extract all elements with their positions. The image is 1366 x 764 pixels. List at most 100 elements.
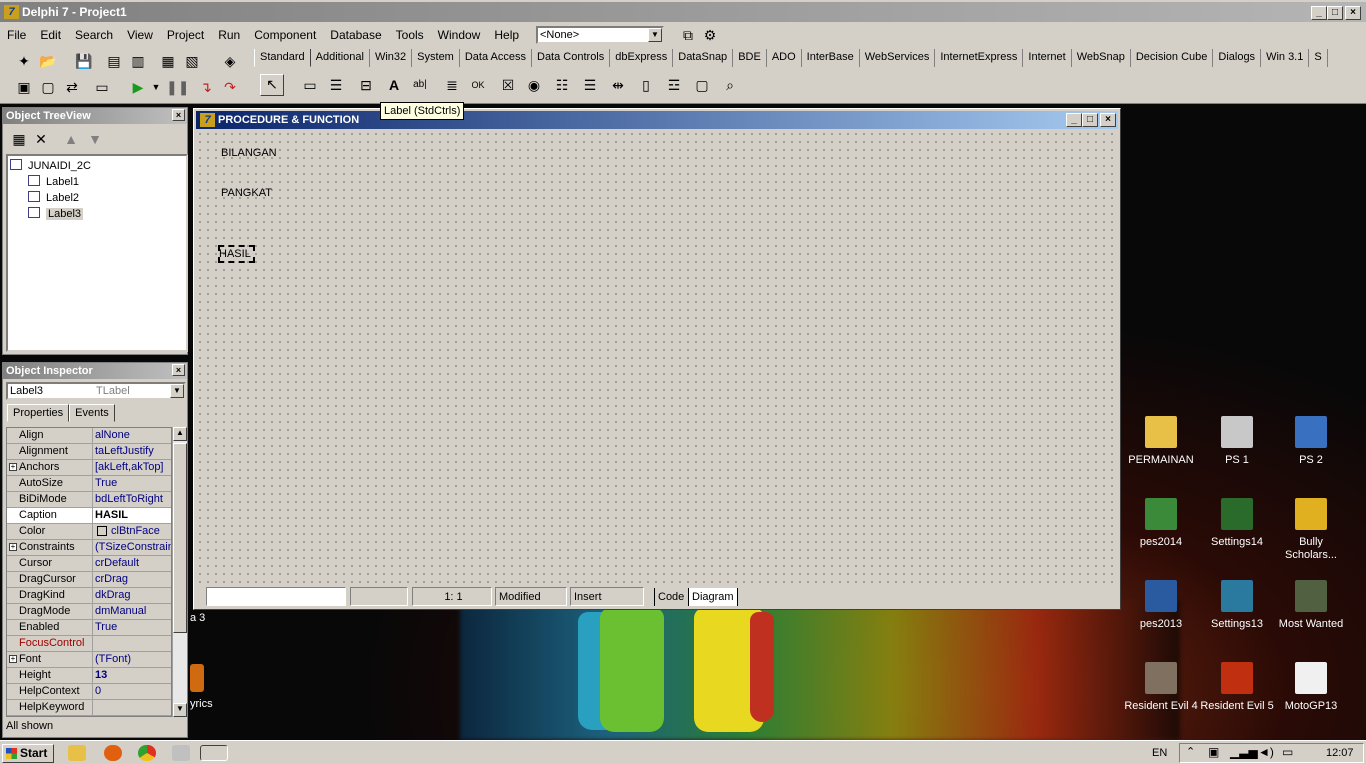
property-row-dragmode[interactable]: DragMode dmManual bbox=[7, 604, 171, 620]
tray-network-icon[interactable]: ▣ bbox=[1208, 745, 1219, 759]
property-value[interactable]: 0 bbox=[95, 684, 171, 699]
step-over-icon[interactable]: ↷ bbox=[220, 78, 240, 96]
property-value[interactable]: alNone bbox=[95, 428, 171, 443]
frames-icon[interactable]: ▭ bbox=[300, 76, 320, 94]
palette-tab-dbexpress[interactable]: dbExpress bbox=[610, 49, 674, 67]
property-row-dragkind[interactable]: DragKind dkDrag bbox=[7, 588, 171, 604]
chevron-down-icon[interactable]: ▼ bbox=[170, 384, 184, 398]
desktop-icon-settings13[interactable]: Settings13 bbox=[1198, 580, 1276, 631]
scroll-thumb[interactable] bbox=[173, 443, 187, 633]
tray-monitor-icon[interactable]: ▭ bbox=[1282, 745, 1293, 759]
palette-tab-win32[interactable]: Win32 bbox=[370, 49, 413, 67]
form-canvas[interactable]: BILANGAN PANGKAT HASIL bbox=[196, 130, 1118, 585]
language-indicator[interactable]: EN bbox=[1152, 747, 1167, 759]
tree-item-label2[interactable]: Label2 bbox=[28, 190, 79, 206]
actionlist-component-icon[interactable]: ⌕ bbox=[720, 76, 740, 94]
save-all-icon[interactable]: ▤ bbox=[104, 52, 124, 70]
new-icon[interactable]: ✦ bbox=[14, 52, 34, 70]
property-row-focuscontrol[interactable]: FocusControl bbox=[7, 636, 171, 652]
delphi-task-button[interactable] bbox=[200, 745, 228, 761]
tab-events[interactable]: Events bbox=[69, 404, 115, 422]
property-row-cursor[interactable]: Cursor crDefault bbox=[7, 556, 171, 572]
memo-component-icon[interactable]: ≣ bbox=[442, 76, 462, 94]
remove-file-icon[interactable]: ▧ bbox=[182, 52, 202, 70]
palette-tab-decision-cube[interactable]: Decision Cube bbox=[1131, 49, 1214, 67]
palette-tab-standard[interactable]: Standard bbox=[254, 49, 311, 67]
property-row-helpkeyword[interactable]: HelpKeyword bbox=[7, 700, 171, 716]
close-button[interactable]: × bbox=[1345, 6, 1361, 20]
open-project-icon[interactable]: ▥ bbox=[128, 52, 148, 70]
menu-edit[interactable]: Edit bbox=[33, 24, 68, 46]
palette-tab-dialogs[interactable]: Dialogs bbox=[1213, 49, 1262, 67]
tree-delete-item-icon[interactable]: ✕ bbox=[31, 130, 51, 148]
palette-tab-ado[interactable]: ADO bbox=[767, 49, 802, 67]
treeview-close-icon[interactable]: × bbox=[172, 109, 185, 121]
menu-search[interactable]: Search bbox=[68, 24, 120, 46]
tree-new-item-icon[interactable]: ▦ bbox=[9, 130, 29, 148]
app-quicklaunch-icon[interactable] bbox=[172, 745, 190, 761]
object-selector[interactable]: Label3 TLabel ▼ bbox=[6, 382, 186, 400]
property-row-dragcursor[interactable]: DragCursor crDrag bbox=[7, 572, 171, 588]
form-maximize-button[interactable]: □ bbox=[1082, 113, 1098, 127]
start-button[interactable]: Start bbox=[2, 744, 54, 763]
palette-tab-internet[interactable]: Internet bbox=[1023, 49, 1072, 67]
property-value[interactable]: dmManual bbox=[95, 604, 171, 619]
maximize-button[interactable]: □ bbox=[1327, 6, 1343, 20]
property-row-align[interactable]: Align alNone bbox=[7, 428, 171, 444]
menu-view[interactable]: View bbox=[120, 24, 160, 46]
minimize-button[interactable]: _ bbox=[1311, 6, 1327, 20]
desktop-icon-pes2014[interactable]: pes2014 bbox=[1122, 498, 1200, 549]
label-component-icon[interactable]: A bbox=[384, 76, 404, 94]
run-dropdown-icon[interactable]: ▼ bbox=[146, 78, 166, 96]
view-unit-icon[interactable]: ▣ bbox=[14, 78, 34, 96]
listbox-component-icon[interactable]: ☷ bbox=[552, 76, 572, 94]
property-row-color[interactable]: Color clBtnFace bbox=[7, 524, 171, 540]
menu-database[interactable]: Database bbox=[323, 24, 388, 46]
scrollbar-component-icon[interactable]: ⇹ bbox=[608, 76, 628, 94]
property-value[interactable]: crDefault bbox=[95, 556, 171, 571]
property-value[interactable]: dkDrag bbox=[95, 588, 171, 603]
property-row-constraints[interactable]: +Constraints(TSizeConstraints) bbox=[7, 540, 171, 556]
help-icon[interactable]: ◈ bbox=[220, 52, 240, 70]
checkbox-component-icon[interactable]: ☒ bbox=[498, 76, 518, 94]
menu-project[interactable]: Project bbox=[160, 24, 211, 46]
tree-item-label3[interactable]: Label3 bbox=[28, 206, 84, 222]
desktop-icon-resident-evil-4[interactable]: Resident Evil 4 bbox=[1122, 662, 1200, 713]
desktop-icon-ps-1[interactable]: PS 1 bbox=[1198, 416, 1276, 467]
property-row-anchors[interactable]: + Anchors [akLeft,akTop] bbox=[7, 460, 171, 476]
move-down-icon[interactable]: ▼ bbox=[85, 130, 105, 148]
desktop-icon-motogp13[interactable]: MotoGP13 bbox=[1272, 662, 1350, 713]
palette-tab-datasnap[interactable]: DataSnap bbox=[673, 49, 734, 67]
edit-component-icon[interactable]: ab| bbox=[410, 76, 430, 94]
radiobutton-component-icon[interactable]: ◉ bbox=[524, 76, 544, 94]
tree-root-node[interactable]: JUNAIDI_2C bbox=[10, 158, 91, 174]
palette-tab-additional[interactable]: Additional bbox=[311, 49, 370, 67]
trace-into-icon[interactable]: ↴ bbox=[196, 78, 216, 96]
move-up-icon[interactable]: ▲ bbox=[61, 130, 81, 148]
pause-icon[interactable]: ❚❚ bbox=[166, 78, 189, 96]
window-list-icon[interactable]: ⧉ bbox=[678, 26, 698, 44]
menu-help[interactable]: Help bbox=[487, 24, 526, 46]
desktop-icon-pes2013[interactable]: pes2013 bbox=[1122, 580, 1200, 631]
chrome-quicklaunch-icon[interactable] bbox=[138, 745, 156, 761]
menu-tools[interactable]: Tools bbox=[389, 24, 431, 46]
mainmenu-icon[interactable]: ☰ bbox=[326, 76, 346, 94]
property-value[interactable]: bdLeftToRight bbox=[95, 492, 171, 507]
palette-tab-system[interactable]: System bbox=[412, 49, 460, 67]
property-value[interactable]: clBtnFace bbox=[111, 524, 171, 539]
combobox-component-icon[interactable]: ☰ bbox=[580, 76, 600, 94]
explorer-quicklaunch-icon[interactable] bbox=[68, 745, 86, 761]
tab-properties[interactable]: Properties bbox=[7, 404, 70, 422]
palette-tab-websnap[interactable]: WebSnap bbox=[1072, 49, 1131, 67]
property-scrollbar[interactable]: ▲ ▼ bbox=[172, 427, 187, 717]
radiogroup-component-icon[interactable]: ☲ bbox=[664, 76, 684, 94]
desktop-icon-permainan[interactable]: PERMAINAN bbox=[1122, 416, 1200, 467]
desktop-icon-resident-evil-5[interactable]: Resident Evil 5 bbox=[1198, 662, 1276, 713]
save-icon[interactable]: 💾 bbox=[74, 52, 94, 70]
property-row-autosize[interactable]: AutoSize True bbox=[7, 476, 171, 492]
form-label-pangkat[interactable]: PANGKAT bbox=[221, 187, 272, 199]
desktop-icon-bully-scholars-[interactable]: Bully Scholars... bbox=[1272, 498, 1350, 562]
form-minimize-button[interactable]: _ bbox=[1066, 113, 1082, 127]
property-row-alignment[interactable]: Alignment taLeftJustify bbox=[7, 444, 171, 460]
property-row-caption[interactable]: Caption HASIL bbox=[7, 508, 171, 524]
